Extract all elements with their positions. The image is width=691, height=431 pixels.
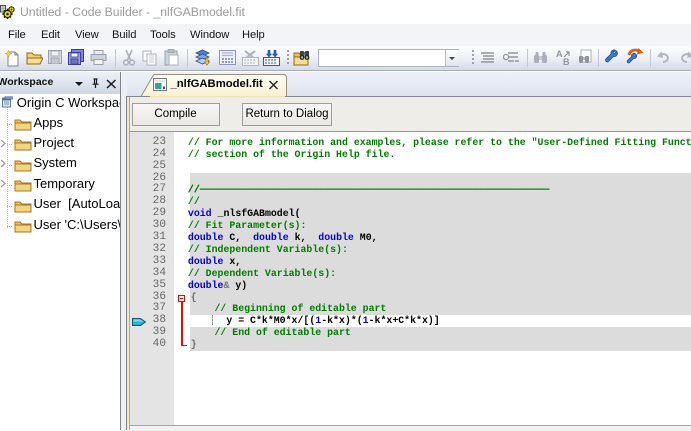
svg-text:A: A: [556, 49, 563, 59]
svg-text:B: B: [563, 57, 570, 66]
